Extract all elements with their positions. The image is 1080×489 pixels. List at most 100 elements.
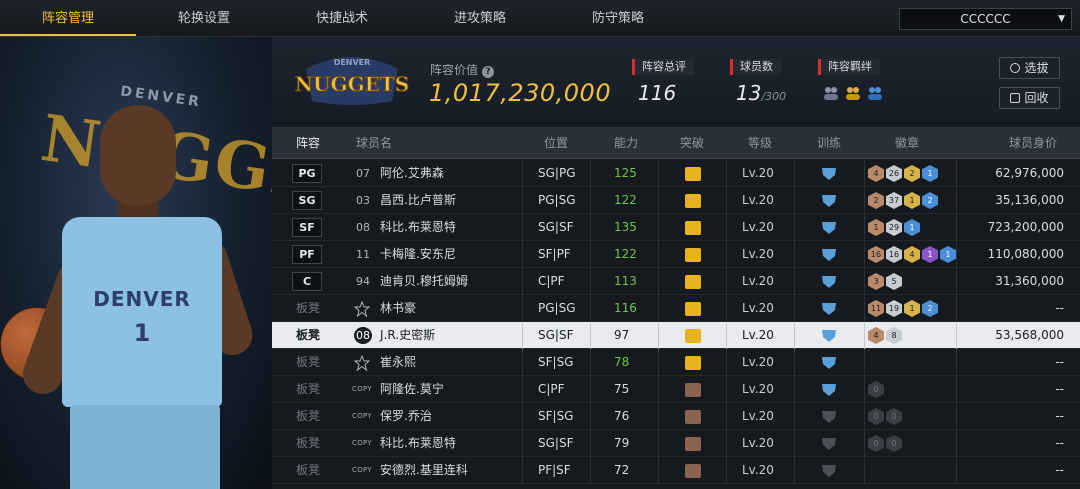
badge-gem-icon[interactable]: 11 bbox=[868, 300, 884, 317]
table-row[interactable]: PG 07 阿伦.艾弗森 SG|PG 125 Lv.20 4 26 2 1 62,976,000 bbox=[272, 160, 1080, 187]
bond-players-icon[interactable] bbox=[822, 85, 840, 101]
breakthrough-crown-icon[interactable] bbox=[685, 194, 701, 208]
badge-gem-icon[interactable]: 1 bbox=[904, 192, 920, 209]
tab-rotation-settings[interactable]: 轮换设置 bbox=[136, 0, 272, 36]
breakthrough-crown-icon[interactable] bbox=[685, 221, 701, 235]
training-shield-icon[interactable] bbox=[820, 166, 838, 181]
player-ability: 113 bbox=[614, 274, 637, 288]
badge-gem-icon[interactable]: 0 bbox=[868, 381, 884, 398]
lineup-slot: 板凳 bbox=[296, 301, 321, 315]
badge-gem-icon[interactable]: 4 bbox=[868, 165, 884, 182]
column-divider bbox=[522, 403, 523, 430]
training-shield-icon[interactable] bbox=[820, 382, 838, 397]
breakthrough-crown-icon[interactable] bbox=[685, 302, 701, 316]
lineup-bonds-label: 阵容羁绊 bbox=[818, 59, 880, 75]
player-name[interactable]: 保罗.乔治 bbox=[380, 403, 432, 430]
badge-gem-icon[interactable]: 1 bbox=[922, 246, 938, 263]
badge-gem-icon[interactable]: 1 bbox=[922, 165, 938, 182]
badge-gem-icon[interactable]: 1 bbox=[940, 246, 956, 263]
player-name[interactable]: 阿隆佐.莫宁 bbox=[380, 376, 444, 403]
player-name[interactable]: 卡梅隆.安东尼 bbox=[380, 241, 456, 268]
badge-gem-icon[interactable]: 0 bbox=[868, 435, 884, 452]
badge-gem-icon[interactable]: 2 bbox=[904, 165, 920, 182]
badge-gem-icon[interactable]: 3 bbox=[868, 273, 884, 290]
copy-badge: COPY bbox=[352, 412, 372, 420]
table-row[interactable]: 板凳 COPY 保罗.乔治 SF|SG 76 Lv.20 0 0 -- bbox=[272, 403, 1080, 430]
training-shield-icon[interactable] bbox=[820, 409, 838, 424]
column-divider bbox=[956, 376, 957, 403]
badge-gem-icon[interactable]: 37 bbox=[886, 192, 902, 209]
player-name[interactable]: 崔永熙 bbox=[380, 349, 416, 376]
help-icon[interactable]: ? bbox=[482, 66, 495, 78]
table-row[interactable]: 板凳 COPY 科比.布莱恩特 SG|SF 79 Lv.20 0 0 -- bbox=[272, 430, 1080, 457]
top-nav: 阵容管理 轮换设置 快捷战术 进攻策略 防守策略 CCCCCC ▼ bbox=[0, 0, 1080, 37]
breakthrough-crown-icon[interactable] bbox=[685, 437, 701, 451]
training-shield-icon[interactable] bbox=[820, 463, 838, 478]
breakthrough-crown-icon[interactable] bbox=[685, 167, 701, 181]
training-shield-icon[interactable] bbox=[820, 436, 838, 451]
badge-gem-icon[interactable]: 19 bbox=[886, 300, 902, 317]
tab-defense-strategy[interactable]: 防守策略 bbox=[550, 0, 686, 36]
badge-gem-icon[interactable]: 8 bbox=[886, 327, 902, 344]
breakthrough-crown-icon[interactable] bbox=[685, 248, 701, 262]
badge-gem-icon[interactable]: 1 bbox=[904, 300, 920, 317]
player-name[interactable]: 安德烈.基里连科 bbox=[380, 457, 468, 484]
badge-gem-icon[interactable]: 26 bbox=[886, 165, 902, 182]
jersey-number: 1 bbox=[133, 319, 151, 347]
badge-gem-icon[interactable]: 1 bbox=[904, 219, 920, 236]
breakthrough-crown-icon[interactable] bbox=[685, 329, 701, 343]
player-name[interactable]: 昌西.比卢普斯 bbox=[380, 187, 456, 214]
table-row[interactable]: SG 03 昌西.比卢普斯 PG|SG 122 Lv.20 2 37 1 2 35,136,000 bbox=[272, 187, 1080, 214]
table-row[interactable]: SF 08 科比.布莱恩特 SG|SF 135 Lv.20 1 29 1 723,200,000 bbox=[272, 214, 1080, 241]
select-button[interactable]: 选拔 bbox=[999, 57, 1060, 79]
breakthrough-crown-icon[interactable] bbox=[685, 410, 701, 424]
player-name[interactable]: J.R.史密斯 bbox=[380, 322, 435, 349]
bond-players-icon[interactable] bbox=[866, 85, 884, 101]
breakthrough-crown-icon[interactable] bbox=[685, 464, 701, 478]
badge-gem-icon[interactable]: 4 bbox=[904, 246, 920, 263]
training-shield-icon[interactable] bbox=[820, 355, 838, 370]
training-shield-icon[interactable] bbox=[820, 247, 838, 262]
badge-gem-icon[interactable]: 29 bbox=[886, 219, 902, 236]
breakthrough-crown-icon[interactable] bbox=[685, 275, 701, 289]
badge-gem-icon[interactable]: 0 bbox=[886, 408, 902, 425]
badge-gem-icon[interactable]: 0 bbox=[868, 408, 884, 425]
badge-gem-icon[interactable]: 16 bbox=[868, 246, 884, 263]
tab-offense-strategy[interactable]: 进攻策略 bbox=[412, 0, 548, 36]
training-shield-icon[interactable] bbox=[820, 328, 838, 343]
badge-gem-icon[interactable]: 2 bbox=[868, 192, 884, 209]
badge-gem-icon[interactable]: 2 bbox=[922, 300, 938, 317]
training-shield-icon[interactable] bbox=[820, 301, 838, 316]
training-shield-icon[interactable] bbox=[820, 220, 838, 235]
badge-gem-icon[interactable]: 0 bbox=[886, 435, 902, 452]
team-select-dropdown[interactable]: CCCCCC ▼ bbox=[899, 8, 1072, 30]
player-position: PF|SF bbox=[538, 463, 571, 477]
table-row[interactable]: 板凳 COPY 安德烈.基里连科 PF|SF 72 Lv.20 -- bbox=[272, 457, 1080, 484]
table-row[interactable]: PF 11 卡梅隆.安东尼 SF|PF 122 Lv.20 16 16 4 1 1 110,080,0… bbox=[272, 241, 1080, 268]
player-name[interactable]: 科比.布莱恩特 bbox=[380, 214, 456, 241]
player-name[interactable]: 林书豪 bbox=[380, 295, 416, 322]
player-name[interactable]: 阿伦.艾弗森 bbox=[380, 160, 444, 187]
training-shield-icon[interactable] bbox=[820, 274, 838, 289]
tab-lineup-management[interactable]: 阵容管理 bbox=[0, 0, 136, 36]
table-row[interactable]: 板凳 08 J.R.史密斯 SG|SF 97 Lv.20 4 8 53,568,000 bbox=[272, 322, 1080, 349]
badge-gem-icon[interactable]: 16 bbox=[886, 246, 902, 263]
player-name[interactable]: 迪肯贝.穆托姆姆 bbox=[380, 268, 468, 295]
badge-gem-icon[interactable]: 5 bbox=[886, 273, 902, 290]
player-name[interactable]: 科比.布莱恩特 bbox=[380, 430, 456, 457]
table-row[interactable]: 板凳 COPY 阿隆佐.莫宁 C|PF 75 Lv.20 0 -- bbox=[272, 376, 1080, 403]
table-row[interactable]: 板凳 林书豪 PG|SG 116 Lv.20 11 19 1 2 -- bbox=[272, 295, 1080, 322]
breakthrough-crown-icon[interactable] bbox=[685, 356, 701, 370]
badge-gem-icon[interactable]: 2 bbox=[922, 192, 938, 209]
badge-gem-icon[interactable]: 4 bbox=[868, 327, 884, 344]
column-divider bbox=[522, 160, 523, 187]
bond-players-icon[interactable] bbox=[844, 85, 862, 101]
table-row[interactable]: C 94 迪肯贝.穆托姆姆 C|PF 113 Lv.20 3 5 31,360,000 bbox=[272, 268, 1080, 295]
jersey-number: 94 bbox=[356, 275, 370, 288]
training-shield-icon[interactable] bbox=[820, 193, 838, 208]
table-row[interactable]: 板凳 崔永熙 SF|SG 78 Lv.20 -- bbox=[272, 349, 1080, 376]
breakthrough-crown-icon[interactable] bbox=[685, 383, 701, 397]
recycle-button[interactable]: 回收 bbox=[999, 87, 1060, 109]
badge-gem-icon[interactable]: 1 bbox=[868, 219, 884, 236]
tab-quick-tactics[interactable]: 快捷战术 bbox=[274, 0, 410, 36]
